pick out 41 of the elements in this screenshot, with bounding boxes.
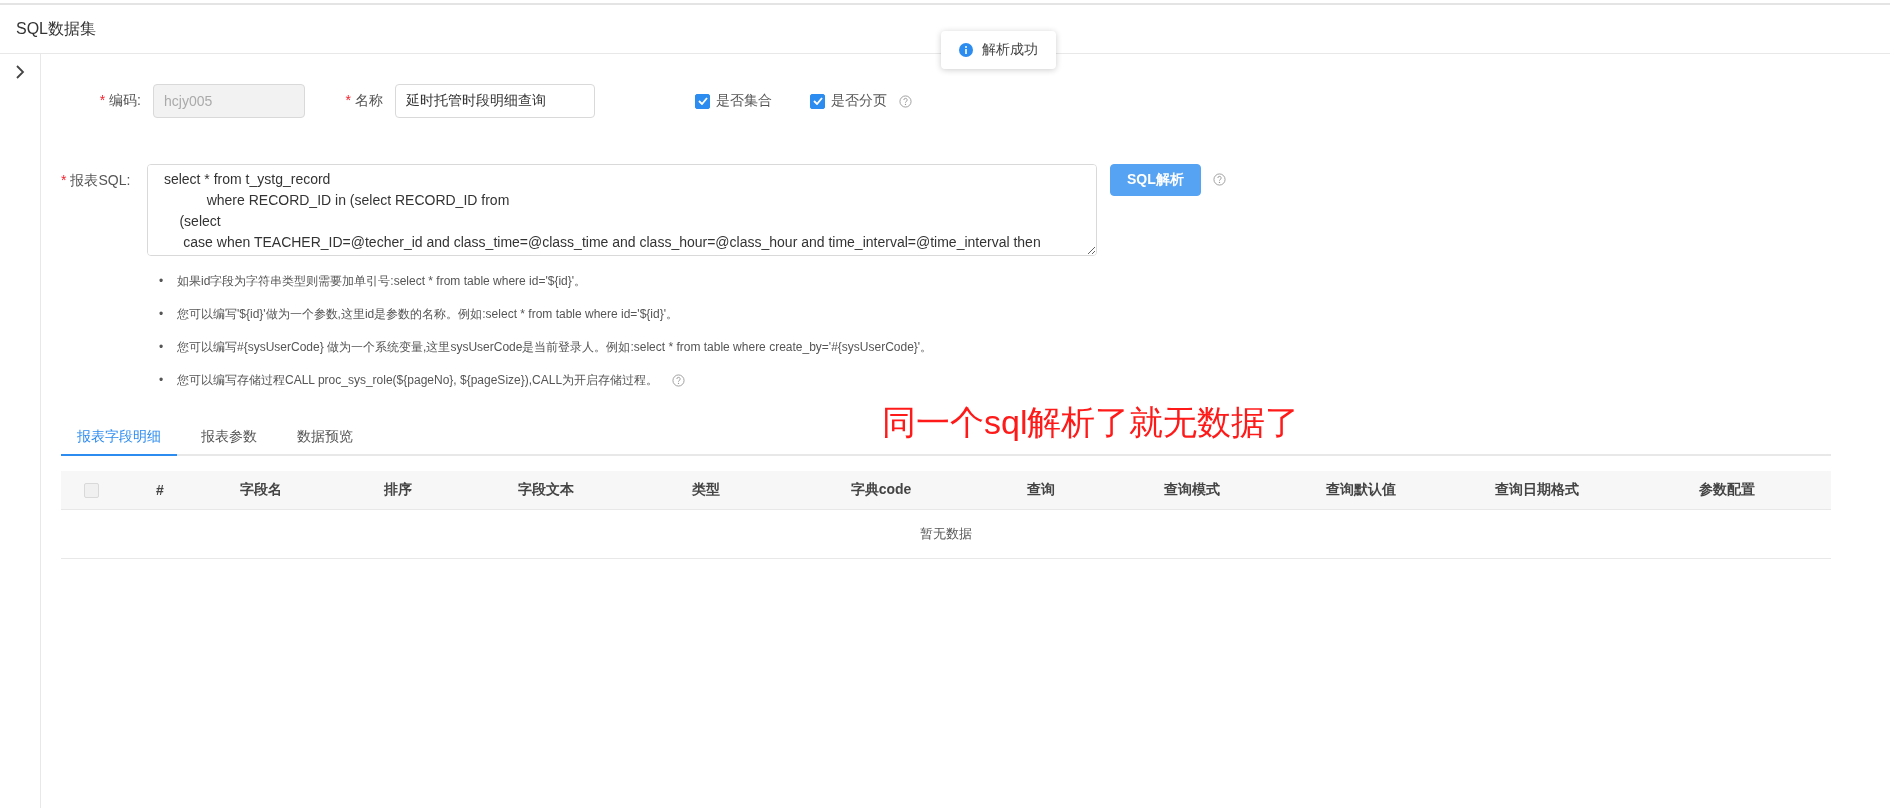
tab[interactable]: 数据预览 [281, 428, 369, 456]
column-header: 类型 [691, 481, 721, 499]
column-header: 查询默认值 [1324, 481, 1397, 499]
bullet: • [159, 306, 165, 323]
column-header: 查询 [1025, 481, 1056, 499]
checkbox-label[interactable]: 是否集合 [716, 92, 772, 110]
tab[interactable]: 报表参数 [185, 428, 273, 456]
column-header: 排序 [383, 481, 413, 499]
column-header: 参数配置 [1697, 481, 1756, 499]
help-icon[interactable] [672, 374, 686, 388]
sql-field[interactable]: select * from t_ystg_record where RECORD_ID in (select RECORD_ID from (select case when TEACHER_ID=@techer_id and class_time=@class_time and class_hour=@class_hour and time_interval=@time_interval then [147, 164, 1097, 256]
name-label: * 名称 [344, 92, 383, 110]
column-header: 查询日期格式 [1493, 481, 1580, 499]
select-all-checkbox[interactable] [84, 482, 99, 498]
code-label: * 编码: [98, 92, 141, 110]
checkbox-label[interactable]: 是否分页 [831, 92, 887, 110]
toast-text: 解析成功 [982, 41, 1038, 59]
checkbox[interactable] [695, 93, 710, 109]
chevron-right-icon[interactable] [15, 64, 25, 80]
sql-label: * 报表SQL: [61, 172, 129, 190]
hint-text: 您可以编写#{sysUserCode} 做为一个系统变量,这里sysUserCode是当前登录人。例如:select * from table where create_by='#{sysUserCode}'。 [177, 340, 933, 354]
help-icon[interactable] [1212, 173, 1226, 186]
help-icon[interactable] [899, 94, 912, 108]
hint-text: 您可以编写存储过程CALL proc_sys_role(${pageNo}, ${pageSize}),CALL为开启存储过程。 [177, 373, 659, 387]
column-header: # [155, 482, 165, 498]
checkbox[interactable] [810, 93, 825, 109]
column-header: 字段文本 [516, 481, 575, 499]
column-header: 字段名 [238, 481, 283, 499]
hint-text: 如果id字段为字符串类型则需要加单引号:select * from table where id='${id}'。 [177, 274, 587, 288]
bullet: • [159, 339, 165, 356]
hint-text: 您可以编写'${id}'做为一个参数,这里id是参数的名称。例如:select * from table where id='${id}'。 [177, 307, 678, 321]
empty-text: 暂无数据 [920, 525, 972, 543]
bullet: • [159, 273, 165, 290]
column-header: 查询模式 [1162, 481, 1221, 499]
tab[interactable]: 报表字段明细 [61, 428, 177, 456]
bullet: • [159, 372, 165, 389]
name-field[interactable]: 延时托管时段明细查询 [395, 84, 595, 118]
page-title: SQL数据集 [16, 18, 96, 39]
annotation-text: 同一个sql解析了就无数据了 [882, 402, 1300, 443]
info-icon [959, 43, 973, 57]
column-header: 字典code [849, 481, 913, 499]
